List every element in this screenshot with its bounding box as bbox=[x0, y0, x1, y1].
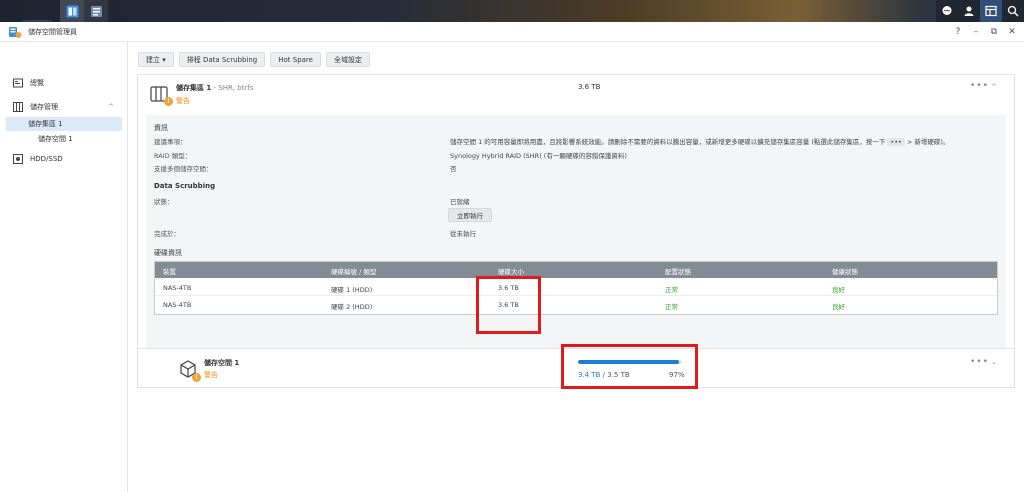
sidebar-item-hdd-ssd[interactable]: HDD/SSD bbox=[0, 152, 128, 166]
cell-drive: 硬碟 1 (HDD) bbox=[331, 286, 373, 294]
cell-health: 良好 bbox=[832, 303, 845, 311]
raid-type-value: Synology Hybrid RAID (SHR) (有一顆硬碟的容錯保護資料… bbox=[450, 152, 627, 160]
storage-pool-header[interactable]: ! 儲存集區 1 - SHR, btrfs 警告 3.6 TB ••• ^ bbox=[138, 75, 1014, 111]
scrub-status-value: 已就緒 bbox=[450, 198, 470, 206]
pool-name-text: 儲存集區 1 bbox=[176, 84, 212, 92]
window-title: 儲存空間管理員 bbox=[28, 27, 77, 36]
header-size: 硬碟大小 bbox=[498, 268, 524, 276]
pool-meta: - SHR, btrfs bbox=[211, 84, 254, 92]
scrub-done-value: 從未執行 bbox=[450, 230, 476, 238]
cell-drive: 硬碟 2 (HDD) bbox=[331, 303, 373, 311]
sidebar-item-label: 總覽 bbox=[30, 79, 44, 87]
chevron-up-icon[interactable]: ^ bbox=[108, 103, 114, 111]
warning-icon: ! bbox=[164, 97, 173, 106]
window-controls: ? – ⧉ ✕ bbox=[954, 26, 1016, 38]
raid-type-label: RAID 類型： bbox=[154, 152, 192, 160]
help-icon[interactable]: ? bbox=[954, 26, 962, 38]
cell-health: 良好 bbox=[832, 286, 845, 294]
cell-device: NAS-4TB bbox=[163, 284, 192, 292]
disk-info-title: 硬碟資訊 bbox=[154, 249, 182, 257]
suggestion-text: 儲存空間 1 的可用容量即將用盡，且將影響系統效能。請刪除不需要的資料以騰出容量… bbox=[450, 138, 886, 146]
user-icon[interactable] bbox=[958, 0, 980, 22]
toolbar: 建立 ▾ 排程 Data Scrubbing Hot Spare 全域設定 bbox=[138, 52, 370, 67]
storage-pool-details: 資訊 建議事項： 儲存空間 1 的可用容量即將用盡，且將影響系統效能。請刪除不需… bbox=[146, 115, 1006, 355]
pool-capacity: 3.6 TB bbox=[578, 83, 601, 91]
status-badge: 警告 bbox=[176, 97, 190, 105]
multi-volume-value: 否 bbox=[450, 165, 457, 173]
sidebar-item-label: 儲存管理 bbox=[30, 103, 58, 111]
table-row[interactable]: NAS-4TB 硬碟 2 (HDD) 3.6 TB 正常 良好 bbox=[155, 296, 997, 313]
table-header: 裝置 硬碟編號 / 類型 硬碟大小 配置狀態 健康狀態 bbox=[155, 262, 997, 278]
minimize-icon[interactable]: – bbox=[972, 26, 980, 38]
volume-name: 儲存空間 1 bbox=[204, 359, 240, 367]
close-icon[interactable]: ✕ bbox=[1008, 26, 1016, 38]
warning-icon: ! bbox=[192, 373, 201, 382]
storage-icon bbox=[12, 101, 24, 113]
storage-manager-icon[interactable] bbox=[60, 0, 84, 22]
info-section-title: 資訊 bbox=[154, 124, 168, 132]
sidebar-item-storage[interactable]: 儲存管理 ^ bbox=[0, 100, 128, 114]
highlight-volume-usage bbox=[561, 344, 698, 389]
storage-manager-window: 儲存空間管理員 ? – ⧉ ✕ 總覽 儲存管理 ^ 儲存集區 1 儲存空間 1 … bbox=[0, 22, 1024, 492]
scrub-status-label: 狀態： bbox=[154, 198, 174, 206]
taskbar bbox=[0, 0, 1024, 470]
table-row[interactable]: NAS-4TB 硬碟 1 (HDD) 3.6 TB 正常 良好 bbox=[155, 279, 997, 296]
restore-icon[interactable]: ⧉ bbox=[990, 26, 998, 38]
more-options-inline-icon: ••• bbox=[887, 138, 905, 146]
suggestion-label: 建議事項： bbox=[154, 138, 187, 146]
more-options-icon[interactable]: ••• bbox=[970, 357, 989, 367]
cell-device: NAS-4TB bbox=[163, 301, 192, 309]
suggestion-value: 儲存空間 1 的可用容量即將用盡，且將影響系統效能。請刪除不需要的資料以騰出容量… bbox=[450, 136, 949, 146]
sidebar-item-volume-1[interactable]: 儲存空間 1 bbox=[6, 132, 122, 146]
scrubbing-section-title: Data Scrubbing bbox=[154, 182, 216, 190]
header-health: 健康狀態 bbox=[832, 268, 858, 276]
header-allocation: 配置狀態 bbox=[665, 268, 691, 276]
title-bar: 儲存空間管理員 ? – ⧉ ✕ bbox=[0, 22, 1024, 42]
disk-table: 裝置 硬碟編號 / 類型 硬碟大小 配置狀態 健康狀態 NAS-4TB 硬碟 1… bbox=[154, 261, 998, 315]
create-button-label: 建立 bbox=[146, 55, 160, 64]
sidebar-item-storage-pool-1[interactable]: 儲存集區 1 bbox=[6, 117, 122, 131]
search-icon[interactable] bbox=[1002, 0, 1024, 22]
schedule-scrubbing-button[interactable]: 排程 Data Scrubbing bbox=[178, 52, 266, 67]
more-options-icon[interactable]: ••• bbox=[970, 81, 989, 91]
global-settings-button[interactable]: 全域設定 bbox=[325, 52, 370, 67]
highlight-disk-size bbox=[476, 276, 541, 334]
widgets-icon[interactable] bbox=[980, 0, 1002, 22]
chat-icon[interactable] bbox=[936, 0, 958, 22]
disk-icon bbox=[12, 153, 24, 165]
sidebar-item-label: HDD/SSD bbox=[30, 155, 63, 163]
hot-spare-button[interactable]: Hot Spare bbox=[270, 52, 321, 67]
main-content: 建立 ▾ 排程 Data Scrubbing Hot Spare 全域設定 ! … bbox=[129, 42, 1024, 492]
create-button[interactable]: 建立 ▾ bbox=[138, 52, 174, 67]
app-logo-icon bbox=[9, 26, 22, 38]
sidebar-item-label: 儲存空間 1 bbox=[38, 135, 73, 143]
storage-pool-name: 儲存集區 1 - SHR, btrfs bbox=[176, 83, 254, 93]
chevron-down-icon[interactable]: ⌄ bbox=[991, 358, 997, 366]
chevron-up-icon[interactable]: ^ bbox=[991, 83, 997, 91]
multi-volume-label: 支援多個儲存空間： bbox=[154, 165, 213, 173]
app-icon[interactable] bbox=[84, 0, 108, 22]
run-now-button[interactable]: 立即執行 bbox=[448, 208, 492, 222]
header-drive: 硬碟編號 / 類型 bbox=[331, 268, 377, 276]
cell-allocation: 正常 bbox=[665, 303, 678, 311]
overview-icon bbox=[12, 77, 24, 89]
scrub-done-label: 完成於： bbox=[154, 230, 180, 238]
sidebar-item-label: 儲存集區 1 bbox=[28, 120, 63, 128]
sidebar-item-overview[interactable]: 總覽 bbox=[0, 76, 128, 90]
suggestion-tail: > 新增硬碟)。 bbox=[906, 138, 950, 146]
storage-pool-card[interactable]: ! 儲存集區 1 - SHR, btrfs 警告 3.6 TB ••• ^ 資訊… bbox=[137, 74, 1015, 360]
header-device: 裝置 bbox=[163, 268, 176, 276]
taskbar-tray bbox=[936, 0, 1024, 22]
sidebar: 總覽 儲存管理 ^ 儲存集區 1 儲存空間 1 HDD/SSD bbox=[0, 42, 128, 492]
status-badge: 警告 bbox=[204, 371, 218, 379]
caret-down-icon: ▾ bbox=[162, 55, 166, 64]
cell-allocation: 正常 bbox=[665, 286, 678, 294]
